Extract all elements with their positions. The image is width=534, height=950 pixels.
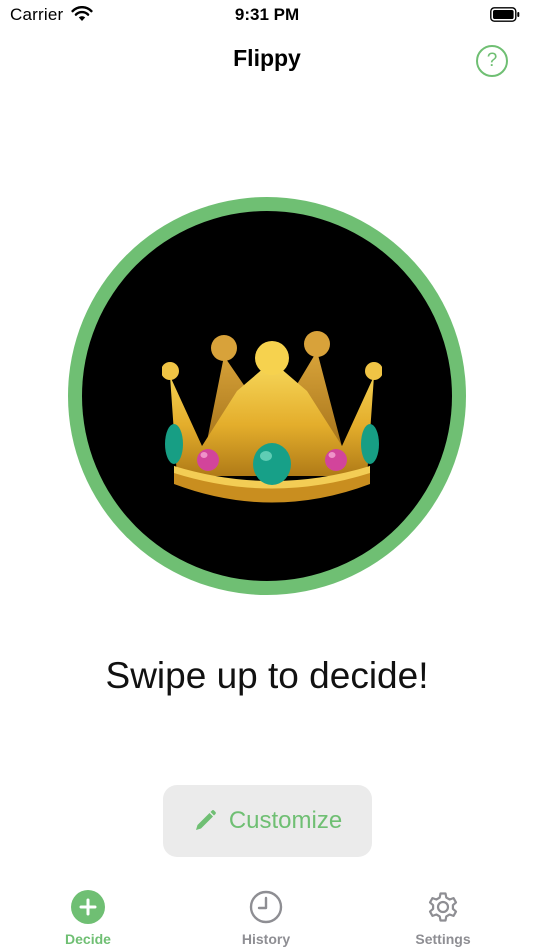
battery-icon [490,7,520,22]
status-time: 9:31 PM [234,5,300,24]
status-bar: Carrier 9:31 PM [0,0,534,30]
question-circle-icon: ? [486,50,498,71]
clock-icon [249,890,283,924]
crown-icon [162,331,382,503]
decision-coin[interactable] [68,197,466,595]
page-title: Flippy [233,45,301,71]
help-button[interactable]: ? [476,45,508,77]
tab-settings[interactable]: Settings [383,880,503,950]
gear-icon [428,892,458,922]
tab-history[interactable]: History [206,880,326,950]
coin-face [82,211,452,581]
pencil-icon [195,810,216,830]
customize-label: Customize [228,807,343,834]
tab-decide[interactable]: Decide [28,880,148,950]
tab-label: Decide [65,931,111,947]
tab-label: Settings [415,931,471,947]
tab-label: History [241,931,291,947]
customize-button[interactable]: Customize [163,785,372,857]
tab-bar: Decide History Settings [0,880,534,950]
plus-circle-icon [71,890,105,924]
swipe-prompt: Swipe up to decide! [105,655,429,696]
